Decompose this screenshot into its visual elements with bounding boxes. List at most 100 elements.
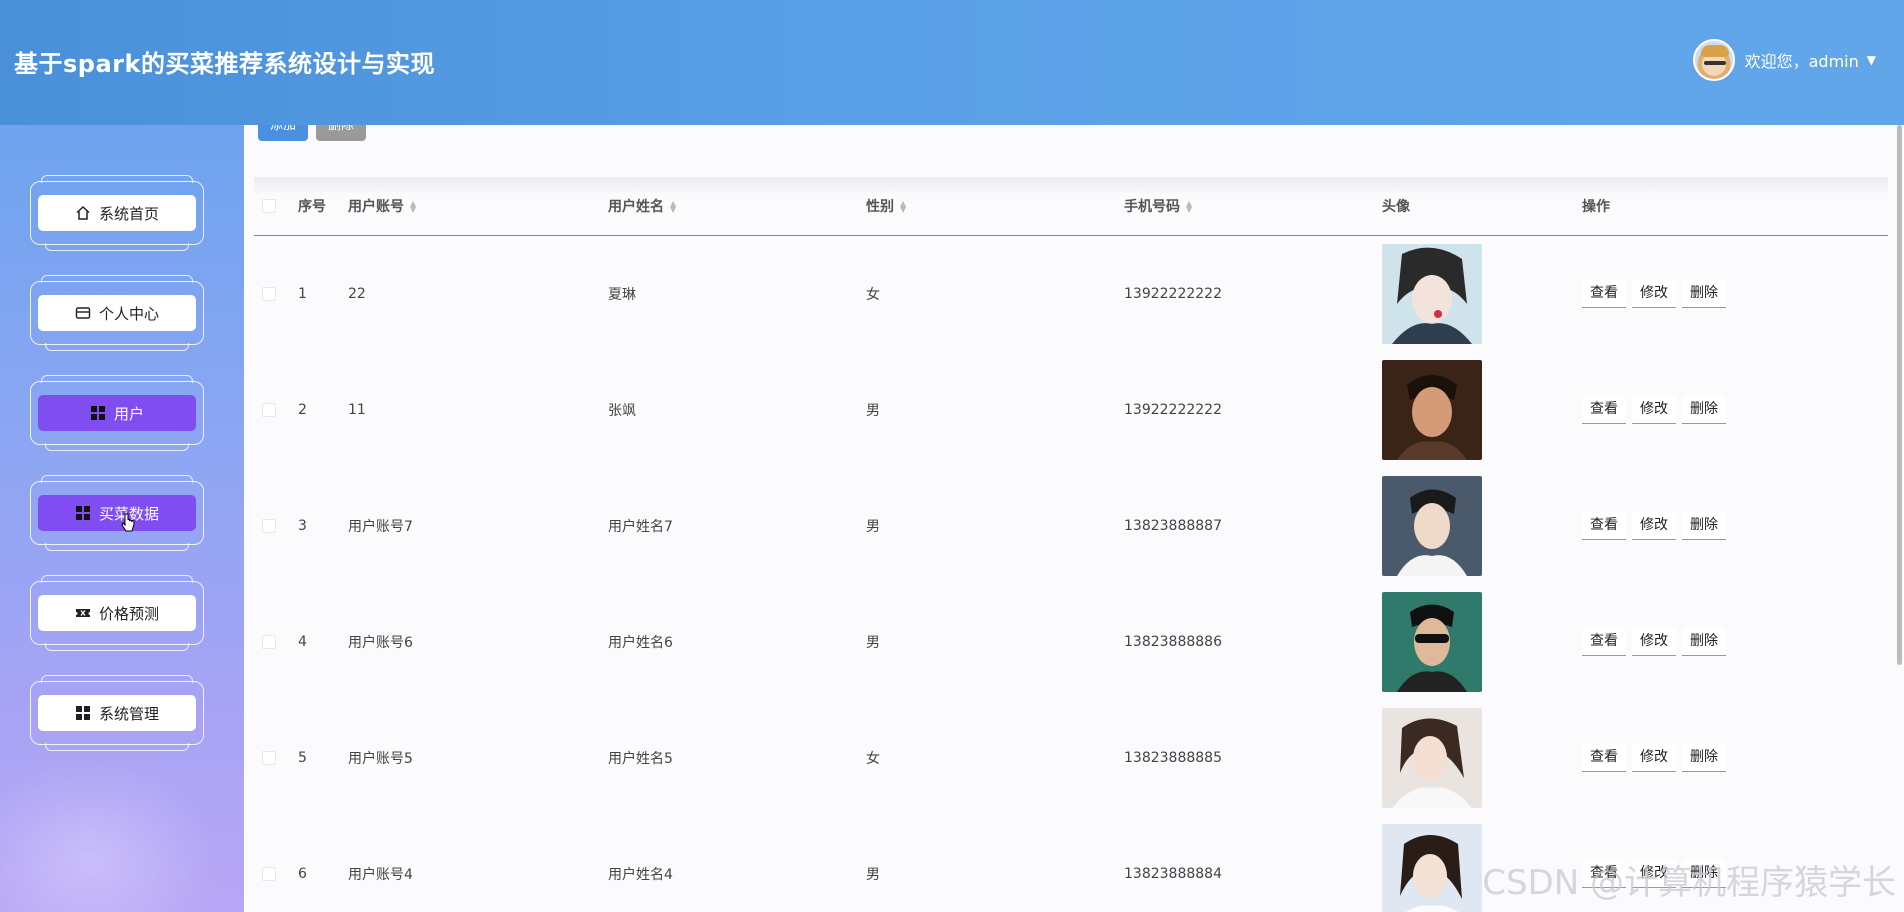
cell-name: 夏琳	[608, 287, 636, 303]
cell-name: 张飒	[608, 403, 636, 419]
user-table: 序号 用户账号 ▲ ▼ 用户姓名 ▲ ▼ 性别 ▲ ▼ 手机号码 ▲ ▼ 头像 操作 1 22 …	[254, 177, 1888, 912]
cell-name: 用户姓名6	[608, 635, 673, 651]
cell-account: 11	[348, 402, 366, 418]
sidebar-item-profile[interactable]: 个人中心	[30, 275, 204, 351]
cell-phone: 13823888885	[1124, 750, 1222, 766]
cell-account: 用户账号7	[348, 519, 413, 535]
edit-button[interactable]: 修改	[1632, 280, 1676, 308]
table-row: 5 用户账号5 用户姓名5 女 13823888885 查看 修改 删除	[254, 700, 1888, 816]
cell-account: 22	[348, 286, 366, 302]
vertical-scrollbar[interactable]	[1897, 125, 1902, 665]
sidebar-item-home[interactable]: 系统首页	[30, 175, 204, 251]
cell-phone: 13823888887	[1124, 518, 1222, 534]
header-phone[interactable]: 手机号码 ▲ ▼	[1124, 196, 1382, 216]
cell-index: 6	[298, 866, 307, 882]
sidebar-item-users[interactable]: 用户	[30, 375, 204, 451]
cell-index: 5	[298, 750, 307, 766]
cell-sex: 男	[866, 519, 880, 535]
ticket-icon	[75, 605, 91, 621]
cell-sex: 男	[866, 403, 880, 419]
sidebar-item-price-forecast[interactable]: 价格预测	[30, 575, 204, 651]
grid-icon	[90, 405, 106, 421]
delete-button[interactable]: 删除	[1682, 396, 1726, 424]
table-header: 序号 用户账号 ▲ ▼ 用户姓名 ▲ ▼ 性别 ▲ ▼ 手机号码 ▲ ▼ 头像 操作	[254, 177, 1888, 236]
delete-button[interactable]: 删除	[1682, 744, 1726, 772]
table-row: 3 用户账号7 用户姓名7 男 13823888887 查看 修改 删除	[254, 468, 1888, 584]
edit-button[interactable]: 修改	[1632, 396, 1676, 424]
table-row: 1 22 夏琳 女 13922222222 查看 修改 删除	[254, 236, 1888, 352]
header-avatar: 头像	[1382, 199, 1410, 215]
header-name[interactable]: 用户姓名 ▲ ▼	[608, 196, 866, 216]
sidebar-item-label: 系统首页	[98, 204, 159, 223]
batch-delete-button[interactable]: 删除	[316, 125, 366, 141]
sort-icon[interactable]: ▲ ▼	[410, 200, 416, 214]
watermark: CSDN @计算机程序猿学长	[1482, 863, 1896, 903]
user-avatar-photo	[1382, 592, 1482, 692]
cell-index: 1	[298, 286, 307, 302]
cell-index: 2	[298, 402, 307, 418]
header-index: 序号	[298, 199, 326, 215]
table-row: 4 用户账号6 用户姓名6 男 13823888886 查看 修改 删除	[254, 584, 1888, 700]
cell-name: 用户姓名7	[608, 519, 673, 535]
caret-down-icon[interactable]: ▼	[1867, 53, 1876, 67]
view-button[interactable]: 查看	[1582, 280, 1626, 308]
cell-account: 用户账号5	[348, 751, 413, 767]
cell-sex: 男	[866, 635, 880, 651]
edit-button[interactable]: 修改	[1632, 744, 1676, 772]
sort-icon[interactable]: ▲ ▼	[900, 200, 906, 214]
edit-button[interactable]: 修改	[1632, 512, 1676, 540]
toolbar: 添加 删除	[258, 125, 366, 141]
user-avatar[interactable]	[1692, 39, 1735, 81]
cell-index: 3	[298, 518, 307, 534]
header-account[interactable]: 用户账号 ▲ ▼	[348, 196, 608, 216]
cell-sex: 男	[866, 867, 880, 883]
add-button[interactable]: 添加	[258, 125, 308, 141]
main-content: 添加 删除 序号 用户账号 ▲ ▼ 用户姓名 ▲ ▼ 性别 ▲ ▼ 手机号码 ▲ ▼ 头像 操作…	[244, 125, 1904, 912]
delete-button[interactable]: 删除	[1682, 512, 1726, 540]
user-avatar-photo	[1382, 708, 1482, 808]
mouse-cursor-icon	[121, 513, 135, 532]
user-avatar-photo	[1382, 244, 1482, 344]
sidebar-item-label: 个人中心	[98, 304, 159, 323]
sidebar-item-grocery-data[interactable]: 买菜数据	[30, 475, 204, 551]
row-checkbox[interactable]	[262, 635, 276, 649]
delete-button[interactable]: 删除	[1682, 280, 1726, 308]
sidebar-item-system[interactable]: 系统管理	[30, 675, 204, 751]
sidebar-item-label: 系统管理	[98, 704, 159, 723]
sort-icon[interactable]: ▲ ▼	[1186, 200, 1192, 214]
header-sex[interactable]: 性别 ▲ ▼	[866, 196, 1124, 216]
app-title: 基于spark的买菜推荐系统设计与实现	[14, 50, 435, 78]
cell-sex: 女	[866, 751, 880, 767]
cell-name: 用户姓名4	[608, 867, 673, 883]
view-button[interactable]: 查看	[1582, 396, 1626, 424]
row-checkbox[interactable]	[262, 287, 276, 301]
edit-button[interactable]: 修改	[1632, 628, 1676, 656]
cell-name: 用户姓名5	[608, 751, 673, 767]
cell-account: 用户账号6	[348, 635, 413, 651]
sort-icon[interactable]: ▲ ▼	[670, 200, 676, 214]
id-card-icon	[75, 305, 91, 321]
row-checkbox[interactable]	[262, 751, 276, 765]
select-all-checkbox[interactable]	[262, 199, 276, 213]
cell-account: 用户账号4	[348, 867, 413, 883]
delete-button[interactable]: 删除	[1682, 628, 1726, 656]
view-button[interactable]: 查看	[1582, 744, 1626, 772]
table-row: 2 11 张飒 男 13922222222 查看 修改 删除	[254, 352, 1888, 468]
header-ops: 操作	[1582, 199, 1610, 215]
user-menu[interactable]: 欢迎您，admin ▼	[1692, 38, 1876, 82]
grid-icon	[75, 505, 91, 521]
view-button[interactable]: 查看	[1582, 512, 1626, 540]
sidebar-item-label: 用户	[113, 404, 144, 423]
top-header: 基于spark的买菜推荐系统设计与实现 欢迎您，admin ▼	[0, 0, 1904, 125]
welcome-text[interactable]: 欢迎您，admin	[1745, 48, 1859, 72]
view-button[interactable]: 查看	[1582, 628, 1626, 656]
cell-phone: 13922222222	[1124, 402, 1222, 418]
row-checkbox[interactable]	[262, 867, 276, 881]
cell-phone: 13823888886	[1124, 634, 1222, 650]
row-checkbox[interactable]	[262, 403, 276, 417]
cell-phone: 13922222222	[1124, 286, 1222, 302]
row-checkbox[interactable]	[262, 519, 276, 533]
home-icon	[75, 205, 91, 221]
cell-index: 4	[298, 634, 307, 650]
cell-phone: 13823888884	[1124, 866, 1222, 882]
